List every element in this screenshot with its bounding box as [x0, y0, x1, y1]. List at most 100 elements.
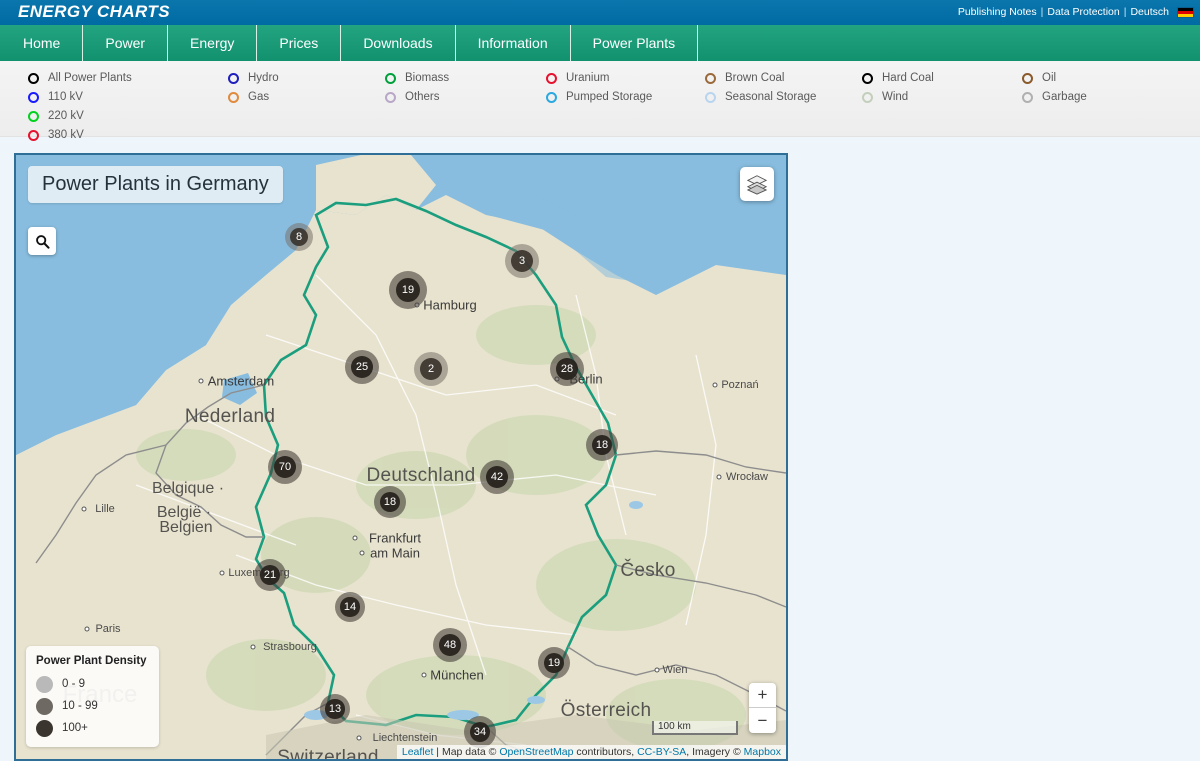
publishing-notes-link[interactable]: Publishing Notes	[958, 6, 1037, 18]
cluster-marker-count: 70	[274, 456, 296, 478]
filter-option-brown-coal[interactable]: Brown Coal	[705, 69, 816, 88]
leaflet-link[interactable]: Leaflet	[402, 746, 434, 758]
map-search-button[interactable]	[28, 227, 56, 255]
filter-option-gas[interactable]: Gas	[228, 88, 279, 107]
filter-option-uranium[interactable]: Uranium	[546, 69, 652, 88]
filter-option-label: Garbage	[1042, 91, 1087, 103]
cluster-marker[interactable]: 2	[414, 352, 448, 386]
cluster-marker[interactable]: 19	[389, 271, 427, 309]
density-legend-label: 0 - 9	[62, 678, 86, 690]
nav-item-power[interactable]: Power	[83, 25, 169, 61]
city-dot-icon	[219, 570, 225, 576]
density-legend-item: 100+	[36, 717, 147, 739]
cluster-marker-count: 14	[340, 597, 360, 617]
cluster-marker[interactable]: 19	[538, 647, 570, 679]
language-deutsch-link[interactable]: Deutsch	[1130, 6, 1169, 18]
density-legend: Power Plant Density 0 - 9 10 - 99 100+	[26, 646, 159, 747]
cluster-marker-count: 34	[469, 721, 491, 743]
filter-option-label: Gas	[248, 91, 270, 103]
radio-icon	[1022, 92, 1033, 103]
cluster-marker[interactable]: 18	[586, 429, 618, 461]
cluster-marker[interactable]: 21	[254, 559, 286, 591]
cluster-marker-count: 18	[591, 434, 613, 456]
nav-filler	[698, 25, 1200, 61]
radio-icon	[862, 92, 873, 103]
filter-option-pumped-storage[interactable]: Pumped Storage	[546, 88, 652, 107]
nav-item-downloads[interactable]: Downloads	[341, 25, 456, 61]
nav-item-home[interactable]: Home	[0, 25, 84, 61]
filter-option-others[interactable]: Others	[385, 88, 449, 107]
cluster-marker-count: 19	[395, 277, 421, 303]
radio-icon	[862, 73, 873, 84]
nav-item-power-plants[interactable]: Power Plants	[571, 25, 699, 61]
cluster-marker[interactable]: 13	[320, 694, 350, 724]
filter-option-hydro[interactable]: Hydro	[228, 69, 279, 88]
cluster-marker-count: 18	[379, 491, 401, 513]
filter-option-label: Others	[405, 91, 440, 103]
filter-option-oil[interactable]: Oil	[1022, 69, 1087, 88]
legend-column-1: Hydro Gas	[228, 69, 279, 107]
filter-option-380-kv[interactable]: 380 kV	[28, 126, 132, 145]
cluster-marker[interactable]: 14	[335, 592, 365, 622]
nav-item-information[interactable]: Information	[456, 25, 571, 61]
nav-item-energy[interactable]: Energy	[168, 25, 258, 61]
legend-column-3: Uranium Pumped Storage	[546, 69, 652, 107]
main-navigation: Home Power Energy Prices Downloads Infor…	[0, 25, 1200, 61]
cluster-marker[interactable]: 34	[464, 716, 496, 748]
openstreetmap-link[interactable]: OpenStreetMap	[499, 746, 573, 758]
filter-option-biomass[interactable]: Biomass	[385, 69, 449, 88]
density-swatch-icon	[36, 675, 53, 693]
filter-option-110-kv[interactable]: 110 kV	[28, 88, 132, 107]
cluster-marker[interactable]: 70	[268, 450, 302, 484]
radio-icon	[228, 73, 239, 84]
german-flag-icon[interactable]	[1177, 6, 1194, 18]
density-legend-title: Power Plant Density	[36, 655, 147, 667]
legend-column-5: Hard Coal Wind	[862, 69, 934, 107]
city-dot-icon	[352, 535, 358, 541]
radio-icon	[28, 92, 39, 103]
density-swatch-icon	[36, 697, 53, 715]
filter-option-label: All Power Plants	[48, 72, 132, 84]
city-dot-icon	[654, 667, 660, 673]
filter-option-label: 110 kV	[48, 91, 83, 103]
filter-option-hard-coal[interactable]: Hard Coal	[862, 69, 934, 88]
cluster-marker[interactable]: 25	[345, 350, 379, 384]
cluster-marker-count: 13	[325, 699, 345, 719]
zoom-out-button[interactable]: −	[749, 708, 776, 733]
attrib-mapdata: Map data ©	[441, 746, 500, 758]
nav-item-prices[interactable]: Prices	[257, 25, 342, 61]
zoom-in-button[interactable]: +	[749, 683, 776, 708]
cluster-marker[interactable]: 18	[374, 486, 406, 518]
city-dot-icon	[716, 474, 722, 480]
legend-column-2: Biomass Others	[385, 69, 449, 107]
filter-option-garbage[interactable]: Garbage	[1022, 88, 1087, 107]
cluster-marker[interactable]: 8	[285, 223, 313, 251]
mapbox-link[interactable]: Mapbox	[744, 746, 781, 758]
cluster-marker[interactable]: 3	[505, 244, 539, 278]
filter-option-label: Wind	[882, 91, 909, 103]
cluster-marker-count: 42	[486, 466, 508, 488]
cluster-marker-count: 3	[511, 250, 533, 272]
map-container[interactable]: Hamburg Berlin Amsterdam Nederland Poznań Deu…	[14, 153, 788, 761]
filter-option-seasonal-storage[interactable]: Seasonal Storage	[705, 88, 816, 107]
radio-icon	[28, 130, 39, 141]
filter-option-wind[interactable]: Wind	[862, 88, 934, 107]
filter-option-all-power-plants[interactable]: All Power Plants	[28, 69, 132, 88]
map-zoom-controls[interactable]: + −	[749, 683, 776, 733]
cluster-marker[interactable]: 42	[480, 460, 514, 494]
city-dot-icon	[81, 506, 86, 512]
radio-icon	[385, 73, 396, 84]
filter-option-220-kv[interactable]: 220 kV	[28, 107, 132, 126]
map-scale-bar: 100 km	[652, 721, 738, 735]
filter-option-label: Pumped Storage	[566, 91, 653, 103]
legend-column-4: Brown Coal Seasonal Storage	[705, 69, 816, 107]
filter-option-label: Biomass	[405, 72, 450, 84]
density-legend-rows: 0 - 9 10 - 99 100+	[36, 673, 147, 739]
cluster-marker[interactable]: 48	[433, 628, 467, 662]
license-link[interactable]: CC-BY-SA	[637, 746, 686, 758]
map-layers-button[interactable]	[740, 167, 774, 201]
cluster-marker-count: 2	[420, 358, 442, 380]
filter-option-label: Seasonal Storage	[725, 91, 817, 103]
data-protection-link[interactable]: Data Protection	[1047, 6, 1119, 18]
cluster-marker[interactable]: 28	[550, 352, 584, 386]
